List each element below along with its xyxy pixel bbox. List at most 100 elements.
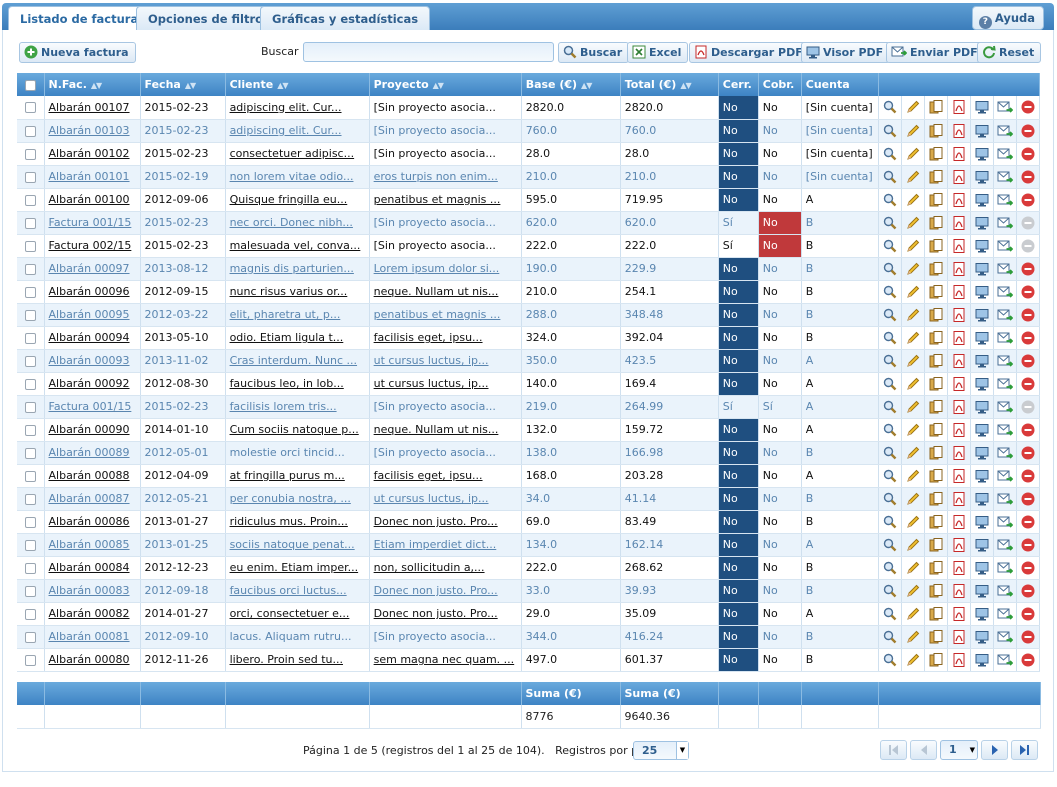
project-link[interactable]: Lorem ipsum dolor si... — [374, 262, 500, 275]
row-select-cell[interactable] — [17, 257, 45, 281]
client-link[interactable]: faucibus orci luctus... — [230, 584, 347, 597]
edit-button[interactable] — [901, 119, 925, 143]
chevron-down-icon[interactable]: ▼ — [676, 742, 688, 759]
table-row[interactable]: Albarán 00088 2012-04-09 at fringilla puru… — [17, 464, 1041, 488]
copy-button[interactable] — [924, 142, 948, 166]
view-pdf-button[interactable] — [970, 372, 994, 396]
monitor-icon[interactable] — [974, 285, 990, 298]
cell-nfac[interactable]: Albarán 00103 — [44, 119, 141, 143]
monitor-icon[interactable] — [974, 193, 990, 206]
copy-button[interactable] — [924, 556, 948, 580]
delete-icon[interactable] — [1020, 147, 1036, 160]
cell-nfac[interactable]: Albarán 00087 — [44, 487, 141, 511]
project-link[interactable]: ut cursus luctus, ip... — [374, 377, 489, 390]
edit-icon[interactable] — [905, 193, 921, 206]
view-button[interactable] — [878, 418, 902, 442]
cell-nfac[interactable]: Albarán 00095 — [44, 303, 141, 327]
cell-nfac[interactable]: Albarán 00097 — [44, 257, 141, 281]
delete-icon[interactable] — [1020, 630, 1036, 643]
pdf-button[interactable] — [947, 326, 971, 350]
invoice-number-link[interactable]: Albarán 00102 — [49, 147, 130, 160]
monitor-icon[interactable] — [974, 100, 990, 114]
first-page-button[interactable] — [880, 740, 907, 760]
pdf-button[interactable] — [947, 395, 971, 419]
cell-nfac[interactable]: Albarán 00085 — [44, 533, 141, 557]
send-button[interactable] — [993, 211, 1017, 235]
invoice-number-link[interactable]: Albarán 00103 — [49, 124, 130, 137]
copy-button[interactable] — [924, 211, 948, 235]
row-select-cell[interactable] — [17, 280, 45, 304]
per-page-select[interactable]: 25 ▼ — [633, 741, 689, 760]
copy-icon[interactable] — [928, 583, 944, 597]
view-icon[interactable] — [882, 193, 898, 206]
view-button[interactable] — [878, 602, 902, 626]
tab-graficas-estadisticas[interactable]: Gráficas y estadísticas — [260, 6, 431, 30]
cell-nfac[interactable]: Factura 002/15 — [44, 234, 141, 258]
cell-proyecto[interactable]: penatibus et magnis ... — [369, 303, 522, 327]
cell-cliente[interactable]: adipiscing elit. Cur... — [225, 119, 370, 143]
send-icon[interactable] — [997, 262, 1013, 275]
cell-nfac[interactable]: Albarán 00080 — [44, 648, 141, 672]
cell-cliente[interactable]: nec orci. Donec nibh... — [225, 211, 370, 235]
view-button[interactable] — [878, 556, 902, 580]
pdf-button[interactable] — [947, 464, 971, 488]
send-button[interactable] — [993, 625, 1017, 649]
copy-button[interactable] — [924, 579, 948, 603]
view-icon[interactable] — [882, 354, 898, 367]
cell-cliente[interactable]: consectetuer adipisc... — [225, 142, 370, 166]
send-icon[interactable] — [997, 239, 1013, 252]
cell-cliente[interactable]: non lorem vitae odio... — [225, 165, 370, 189]
cell-proyecto[interactable]: non, sollicitudin a,... — [369, 556, 522, 580]
edit-icon[interactable] — [905, 124, 921, 137]
table-row[interactable]: Albarán 00095 2012-03-22 elit, pharetra ut… — [17, 303, 1041, 327]
pdf-button[interactable] — [947, 280, 971, 304]
row-select-cell[interactable] — [17, 395, 45, 419]
cell-proyecto[interactable]: ut cursus luctus, ip... — [369, 349, 522, 373]
copy-button[interactable] — [924, 96, 948, 120]
delete-icon[interactable] — [1020, 124, 1036, 137]
table-row[interactable]: Albarán 00087 2012-05-21 per conubia nostr… — [17, 487, 1041, 511]
delete-button[interactable] — [1016, 464, 1041, 488]
view-pdf-button[interactable] — [970, 648, 994, 672]
edit-icon[interactable] — [905, 653, 921, 666]
view-icon[interactable] — [882, 100, 898, 114]
pdf-icon[interactable] — [951, 238, 967, 253]
pdf-icon[interactable] — [951, 123, 967, 138]
cell-cliente[interactable]: elit, pharetra ut, p... — [225, 303, 370, 327]
copy-icon[interactable] — [928, 399, 944, 413]
copy-button[interactable] — [924, 326, 948, 350]
delete-icon[interactable] — [1020, 515, 1036, 528]
cell-cliente[interactable]: magnis dis parturien... — [225, 257, 370, 281]
view-icon[interactable] — [882, 239, 898, 252]
edit-button[interactable] — [901, 257, 925, 281]
delete-button[interactable] — [1016, 487, 1041, 511]
send-icon[interactable] — [997, 147, 1013, 160]
new-invoice-button[interactable]: Nueva factura — [19, 42, 136, 63]
edit-icon[interactable] — [905, 561, 921, 574]
row-checkbox[interactable] — [24, 631, 36, 643]
table-row[interactable]: Albarán 00084 2012-12-23 eu enim. Etiam im… — [17, 556, 1041, 580]
copy-icon[interactable] — [928, 307, 944, 321]
copy-button[interactable] — [924, 234, 948, 258]
delete-icon[interactable] — [1020, 492, 1036, 505]
pdf-icon[interactable] — [951, 307, 967, 322]
send-icon[interactable] — [997, 193, 1013, 206]
invoice-number-link[interactable]: Albarán 00090 — [49, 423, 130, 436]
view-pdf-button[interactable] — [970, 349, 994, 373]
project-link[interactable]: Donec non justo. Pro... — [374, 515, 498, 528]
edit-icon[interactable] — [905, 170, 921, 183]
edit-icon[interactable] — [905, 216, 921, 229]
pdf-button[interactable] — [947, 556, 971, 580]
pdf-icon[interactable] — [951, 422, 967, 437]
send-icon[interactable] — [997, 216, 1013, 229]
send-icon[interactable] — [997, 285, 1013, 298]
row-select-cell[interactable] — [17, 326, 45, 350]
project-link[interactable]: Donec non justo. Pro... — [374, 584, 498, 597]
send-button[interactable] — [993, 234, 1017, 258]
client-link[interactable]: elit, pharetra ut, p... — [230, 308, 341, 321]
view-button[interactable] — [878, 303, 902, 327]
delete-button[interactable] — [1016, 418, 1041, 442]
table-row[interactable]: Albarán 00092 2012-08-30 faucibus leo, in … — [17, 372, 1041, 396]
send-icon[interactable] — [997, 538, 1013, 551]
cell-cliente[interactable]: Cum sociis natoque p... — [225, 418, 370, 442]
